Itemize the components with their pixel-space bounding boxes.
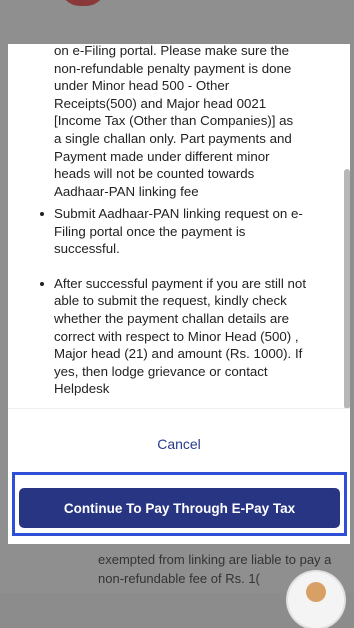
bullet-icon [40,212,44,216]
continue-pay-button[interactable]: Continue To Pay Through E-Pay Tax [19,488,340,528]
list-item-text: Submit Aadhaar-PAN linking request on e-… [54,206,303,257]
cancel-button[interactable]: Cancel [8,436,350,460]
list-item: Submit Aadhaar-PAN linking request on e-… [40,205,306,258]
scrollbar-thumb[interactable] [344,169,350,409]
chatbot-avatar-icon[interactable] [288,572,344,628]
penalty-payment-paragraph: on e-Filing portal. Please make sure the… [54,44,294,199]
payment-info-dialog: on e-Filing portal. Please make sure the… [8,44,350,544]
list-item: After successful payment if you are stil… [40,275,306,398]
dialog-scroll-area[interactable]: on e-Filing portal. Please make sure the… [8,44,350,408]
list-item-text: After successful payment if you are stil… [54,275,307,397]
divider [8,408,350,409]
bullet-icon [40,281,44,286]
instruction-list: Submit Aadhaar-PAN linking request on e-… [40,205,306,408]
